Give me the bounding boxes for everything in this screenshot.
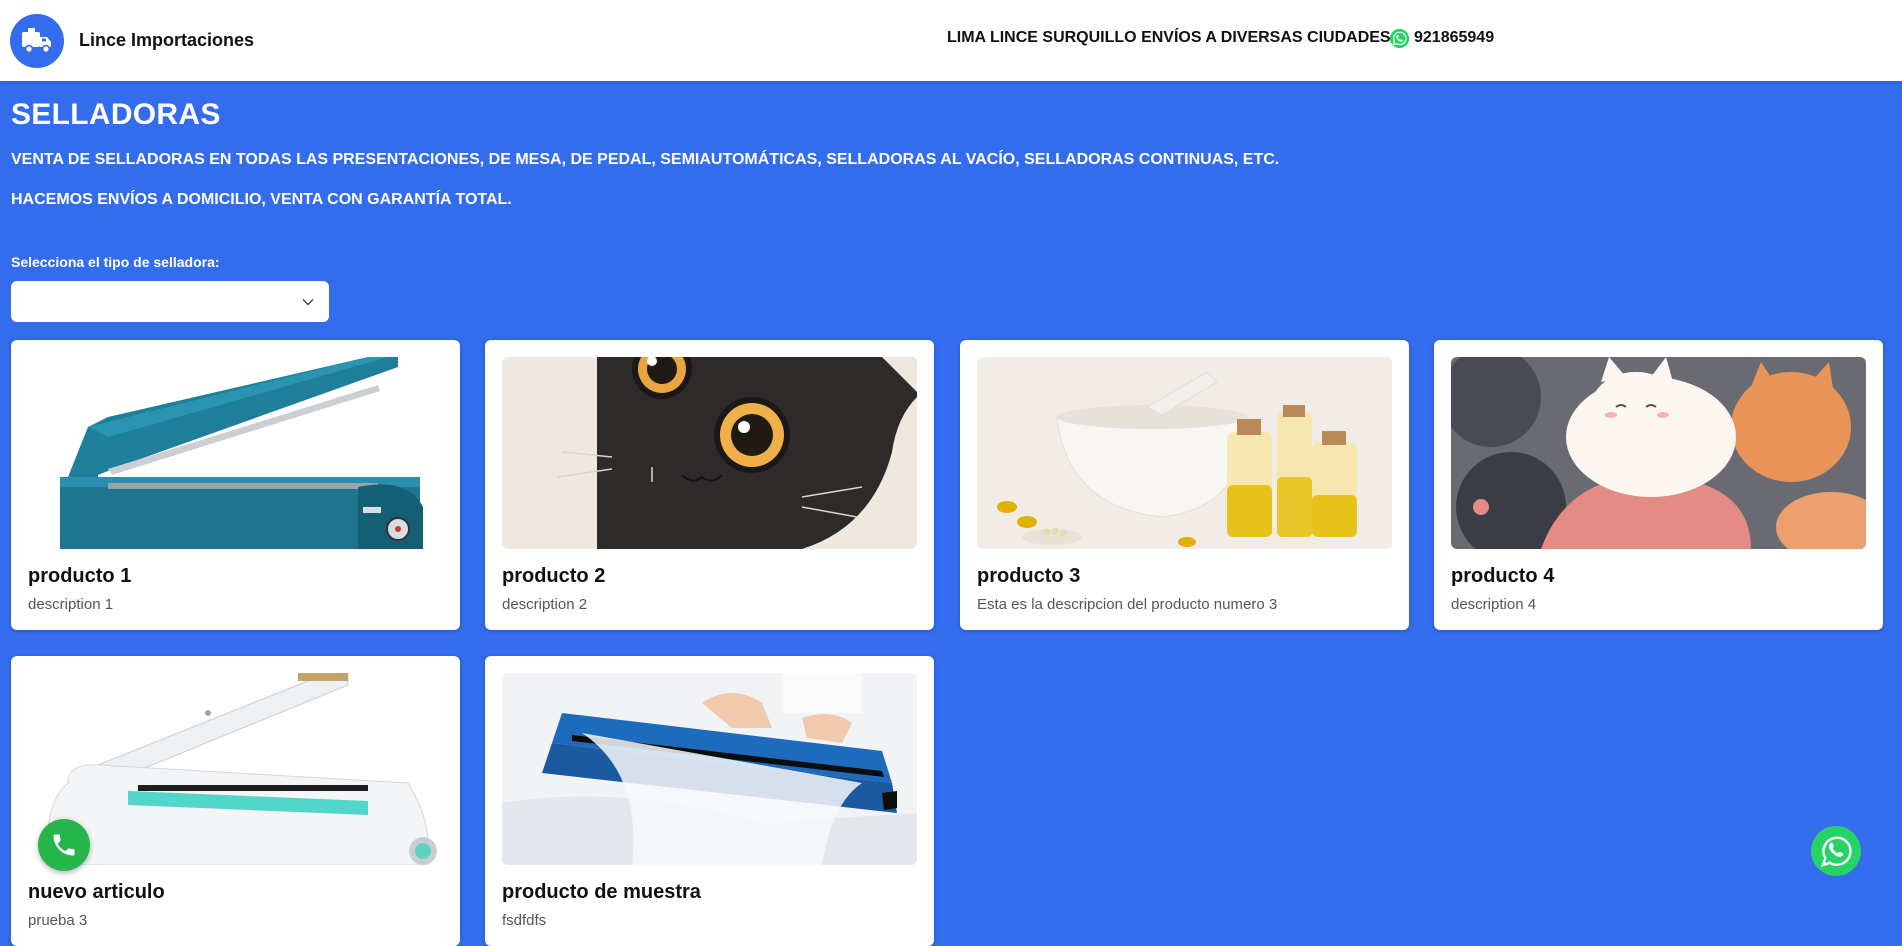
product-card[interactable]: producto 1 description 1 xyxy=(11,340,460,630)
product-card[interactable]: producto 2 description 2 xyxy=(485,340,934,630)
sealer-type-label: Selecciona el tipo de selladora: xyxy=(11,254,220,270)
product-image-teal-sealer xyxy=(28,357,443,549)
product-image-white-sealer xyxy=(28,673,443,865)
shipping-info: LIMA LINCE SURQUILLO ENVÍOS A DIVERSAS C… xyxy=(947,29,1391,46)
product-card[interactable]: producto 4 description 4 xyxy=(1434,340,1883,630)
product-image-black-cat xyxy=(502,357,917,549)
product-title[interactable]: producto 4 xyxy=(1451,565,1554,588)
product-title[interactable]: nuevo articulo xyxy=(28,881,165,904)
logo-truck-icon[interactable] xyxy=(10,14,64,68)
sealer-type-select[interactable] xyxy=(11,281,329,322)
page-subtitle: VENTA DE SELLADORAS EN TODAS LAS PRESENT… xyxy=(11,151,1280,168)
product-description: Esta es la descripcion del producto nume… xyxy=(977,596,1278,613)
chevron-down-icon xyxy=(302,299,314,306)
product-card[interactable]: producto de muestra fsdfdfs xyxy=(485,656,934,946)
product-title[interactable]: producto 3 xyxy=(977,565,1080,588)
product-image-blue-sealer xyxy=(502,673,917,865)
top-navbar: Lince Importaciones LIMA LINCE SURQUILLO… xyxy=(0,0,1902,81)
product-card[interactable]: nuevo articulo prueba 3 xyxy=(11,656,460,946)
page-title: SELLADORAS xyxy=(11,98,221,131)
brand-name[interactable]: Lince Importaciones xyxy=(79,30,254,51)
call-floating-button[interactable] xyxy=(38,819,90,871)
phone-icon xyxy=(53,834,75,856)
product-card[interactable]: producto 3 Esta es la descripcion del pr… xyxy=(960,340,1409,630)
product-description: description 1 xyxy=(28,596,114,613)
page-subtitle-shipping: HACEMOS ENVÍOS A DOMICILIO, VENTA CON GA… xyxy=(11,191,512,208)
product-description: description 4 xyxy=(1451,596,1537,613)
phone-number[interactable]: 921865949 xyxy=(1414,29,1494,47)
product-title[interactable]: producto 2 xyxy=(502,565,605,588)
whatsapp-floating-button[interactable] xyxy=(1810,825,1862,877)
product-image-cats xyxy=(1451,357,1866,549)
product-title[interactable]: producto 1 xyxy=(28,565,131,588)
product-description: description 2 xyxy=(502,596,588,613)
product-image-mortar-oils xyxy=(977,357,1392,549)
whatsapp-icon[interactable] xyxy=(1389,28,1410,49)
product-title[interactable]: producto de muestra xyxy=(502,881,701,904)
